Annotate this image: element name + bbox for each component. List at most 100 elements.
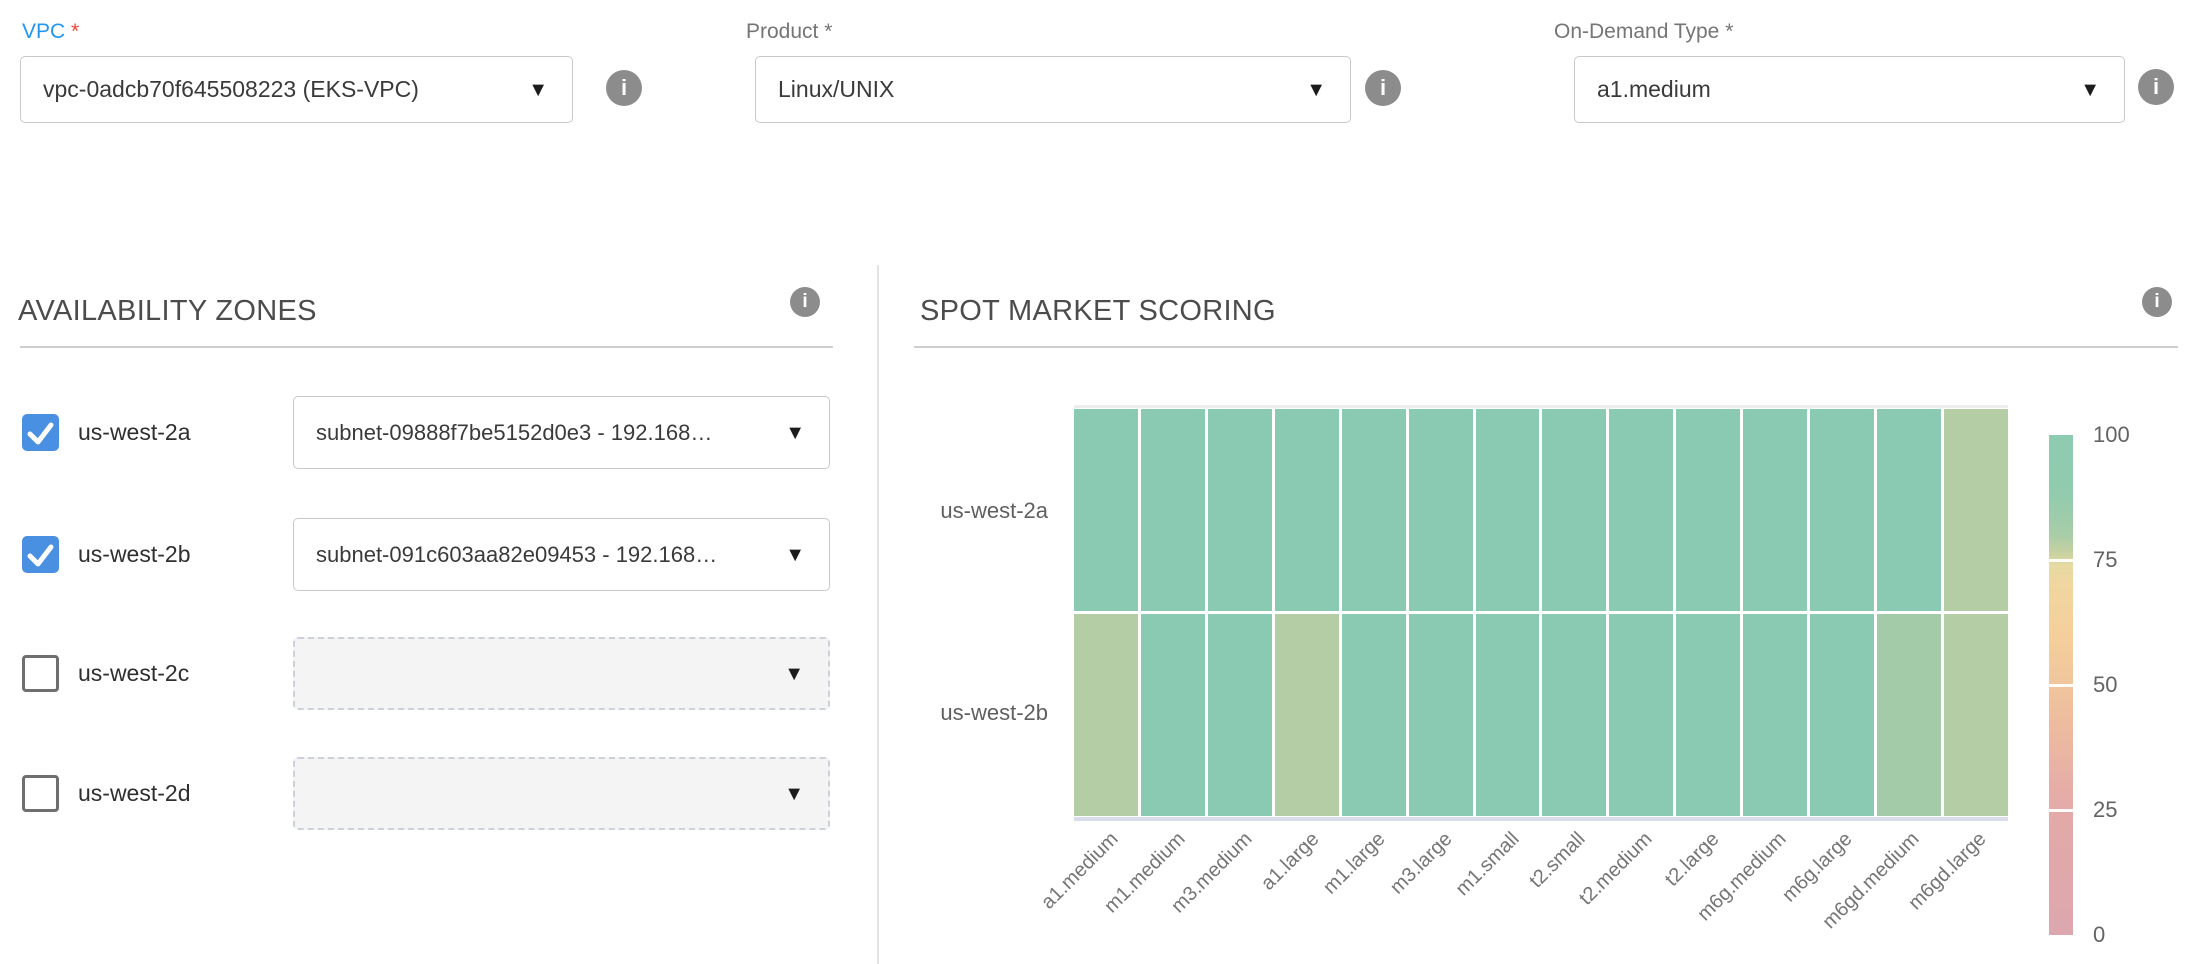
- colorbar-tick: [2049, 809, 2073, 812]
- info-icon-glyph: i: [2154, 291, 2159, 313]
- dropdown-arrow-icon: ▼: [1306, 80, 1326, 100]
- heatmap-axis-line: [1074, 817, 2008, 821]
- info-icon-glyph: i: [2153, 74, 2159, 100]
- heatmap-cell-us-west-2b-m3.large[interactable]: [1409, 614, 1473, 816]
- heatmap-cell-us-west-2a-a1.medium[interactable]: [1074, 409, 1138, 611]
- dropdown-arrow-icon: ▼: [784, 784, 804, 804]
- zone-label: us-west-2a: [78, 396, 190, 469]
- heatmap-cell-us-west-2a-m3.medium[interactable]: [1208, 409, 1272, 611]
- heatmap-cell-us-west-2b-m6g.medium[interactable]: [1743, 614, 1807, 816]
- spot-market-scoring-divider: [914, 346, 2178, 348]
- zone-row-us-west-2c: us-west-2c ▼: [20, 637, 860, 710]
- zone-row-us-west-2a: us-west-2a subnet-09888f7be5152d0e3 - 192…: [20, 396, 860, 469]
- colorbar-tick-label: 50: [2093, 672, 2117, 698]
- heatmap-row-label: us-west-2a: [898, 498, 1048, 524]
- info-icon-glyph: i: [802, 291, 807, 313]
- zone-row-us-west-2b: us-west-2b subnet-091c603aa82e09453 - 192…: [20, 518, 860, 591]
- zone-checkbox-us-west-2a[interactable]: [22, 414, 59, 451]
- product-label: Product *: [746, 20, 832, 44]
- heatmap-cell-us-west-2b-t2.medium[interactable]: [1609, 614, 1673, 816]
- vpc-label: VPC *: [22, 20, 79, 44]
- zone-checkbox-us-west-2b[interactable]: [22, 536, 59, 573]
- subnet-select-value: subnet-09888f7be5152d0e3 - 192.168…: [316, 420, 712, 446]
- subnet-select-us-west-2d[interactable]: ▼: [293, 757, 830, 830]
- heatmap-cell-us-west-2b-m3.medium[interactable]: [1208, 614, 1272, 816]
- heatmap-cell-us-west-2b-m6g.large[interactable]: [1810, 614, 1874, 816]
- colorbar-tick: [2049, 684, 2073, 687]
- colorbar-tick-label: 0: [2093, 922, 2105, 948]
- dropdown-arrow-icon: ▼: [785, 423, 805, 443]
- colorbar-tick-label: 100: [2093, 422, 2130, 448]
- heatmap-cell-us-west-2a-m1.large[interactable]: [1342, 409, 1406, 611]
- zone-checkbox-us-west-2d[interactable]: [22, 775, 59, 812]
- zone-label: us-west-2b: [78, 518, 190, 591]
- heatmap-cell-us-west-2a-m6g.large[interactable]: [1810, 409, 1874, 611]
- heatmap-col-label: a1.medium: [952, 828, 1124, 964]
- on-demand-type-label-text: On-Demand Type: [1554, 20, 1719, 43]
- product-label-text: Product: [746, 20, 818, 43]
- on-demand-type-select-value: a1.medium: [1597, 76, 1711, 103]
- heatmap-cell-us-west-2b-t2.large[interactable]: [1676, 614, 1740, 816]
- vpc-select-value: vpc-0adcb70f645508223 (EKS-VPC): [43, 76, 419, 103]
- heatmap-cell-us-west-2b-m1.small[interactable]: [1476, 614, 1540, 816]
- heatmap-cell-us-west-2b-a1.large[interactable]: [1275, 614, 1339, 816]
- product-select-value: Linux/UNIX: [778, 76, 894, 103]
- info-icon-glyph: i: [621, 75, 627, 101]
- info-icon-glyph: i: [1380, 75, 1386, 101]
- colorbar-tick: [2049, 559, 2073, 562]
- subnet-select-value: subnet-091c603aa82e09453 - 192.168…: [316, 542, 717, 568]
- subnet-select-us-west-2a[interactable]: subnet-09888f7be5152d0e3 - 192.168… ▼: [293, 396, 830, 469]
- subnet-select-us-west-2c[interactable]: ▼: [293, 637, 830, 710]
- heatmap-cell-us-west-2b-a1.medium[interactable]: [1074, 614, 1138, 816]
- on-demand-type-required-asterisk: *: [1725, 20, 1733, 43]
- dropdown-arrow-icon: ▼: [528, 80, 548, 100]
- vpc-info-icon[interactable]: i: [606, 70, 642, 106]
- heatmap-cell-us-west-2a-m1.small[interactable]: [1476, 409, 1540, 611]
- vpc-label-text: VPC: [22, 20, 65, 43]
- heatmap-cell-us-west-2b-m1.medium[interactable]: [1141, 614, 1205, 816]
- heatmap-cell-us-west-2b-m6gd.large[interactable]: [1944, 614, 2008, 816]
- product-info-icon[interactable]: i: [1365, 70, 1401, 106]
- subnet-select-us-west-2b[interactable]: subnet-091c603aa82e09453 - 192.168… ▼: [293, 518, 830, 591]
- section-vertical-divider: [877, 265, 879, 964]
- availability-zones-divider: [20, 346, 833, 348]
- product-select[interactable]: Linux/UNIX ▼: [755, 56, 1351, 123]
- heatmap-cell-us-west-2a-a1.large[interactable]: [1275, 409, 1339, 611]
- spot-market-scoring-info-icon[interactable]: i: [2142, 287, 2172, 317]
- heatmap-cell-us-west-2a-m6gd.large[interactable]: [1944, 409, 2008, 611]
- heatmap-row-label: us-west-2b: [898, 700, 1048, 726]
- vpc-select[interactable]: vpc-0adcb70f645508223 (EKS-VPC) ▼: [20, 56, 573, 123]
- zone-row-us-west-2d: us-west-2d ▼: [20, 757, 860, 830]
- colorbar-tick-label: 25: [2093, 797, 2117, 823]
- dropdown-arrow-icon: ▼: [785, 545, 805, 565]
- product-required-asterisk: *: [824, 20, 832, 43]
- checkmark-icon: [22, 414, 59, 451]
- on-demand-type-info-icon[interactable]: i: [2138, 69, 2174, 105]
- heatmap-cell-us-west-2a-t2.small[interactable]: [1542, 409, 1606, 611]
- dropdown-arrow-icon: ▼: [784, 664, 804, 684]
- heatmap-cell-us-west-2b-t2.small[interactable]: [1542, 614, 1606, 816]
- spot-scoring-heatmap: [1074, 409, 2008, 816]
- heatmap-top-border: [1074, 405, 2008, 408]
- availability-zones-title: AVAILABILITY ZONES: [18, 295, 317, 328]
- zone-checkbox-us-west-2c[interactable]: [22, 655, 59, 692]
- on-demand-type-label: On-Demand Type *: [1554, 20, 1733, 44]
- heatmap-cell-us-west-2a-m1.medium[interactable]: [1141, 409, 1205, 611]
- vpc-required-asterisk: *: [71, 20, 79, 43]
- checkmark-icon: [22, 536, 59, 573]
- availability-zones-info-icon[interactable]: i: [790, 287, 820, 317]
- heatmap-cell-us-west-2a-t2.large[interactable]: [1676, 409, 1740, 611]
- colorbar-tick-label: 75: [2093, 547, 2117, 573]
- zone-label: us-west-2c: [78, 637, 189, 710]
- heatmap-cell-us-west-2b-m1.large[interactable]: [1342, 614, 1406, 816]
- spot-market-configuration-page: VPC * vpc-0adcb70f645508223 (EKS-VPC) ▼ …: [0, 0, 2196, 964]
- heatmap-cell-us-west-2a-m3.large[interactable]: [1409, 409, 1473, 611]
- heatmap-cell-us-west-2a-t2.medium[interactable]: [1609, 409, 1673, 611]
- heatmap-cell-us-west-2a-m6g.medium[interactable]: [1743, 409, 1807, 611]
- on-demand-type-select[interactable]: a1.medium ▼: [1574, 56, 2125, 123]
- dropdown-arrow-icon: ▼: [2080, 80, 2100, 100]
- heatmap-cell-us-west-2b-m6gd.medium[interactable]: [1877, 614, 1941, 816]
- zone-label: us-west-2d: [78, 757, 190, 830]
- spot-market-scoring-title: SPOT MARKET SCORING: [920, 295, 1276, 328]
- heatmap-cell-us-west-2a-m6gd.medium[interactable]: [1877, 409, 1941, 611]
